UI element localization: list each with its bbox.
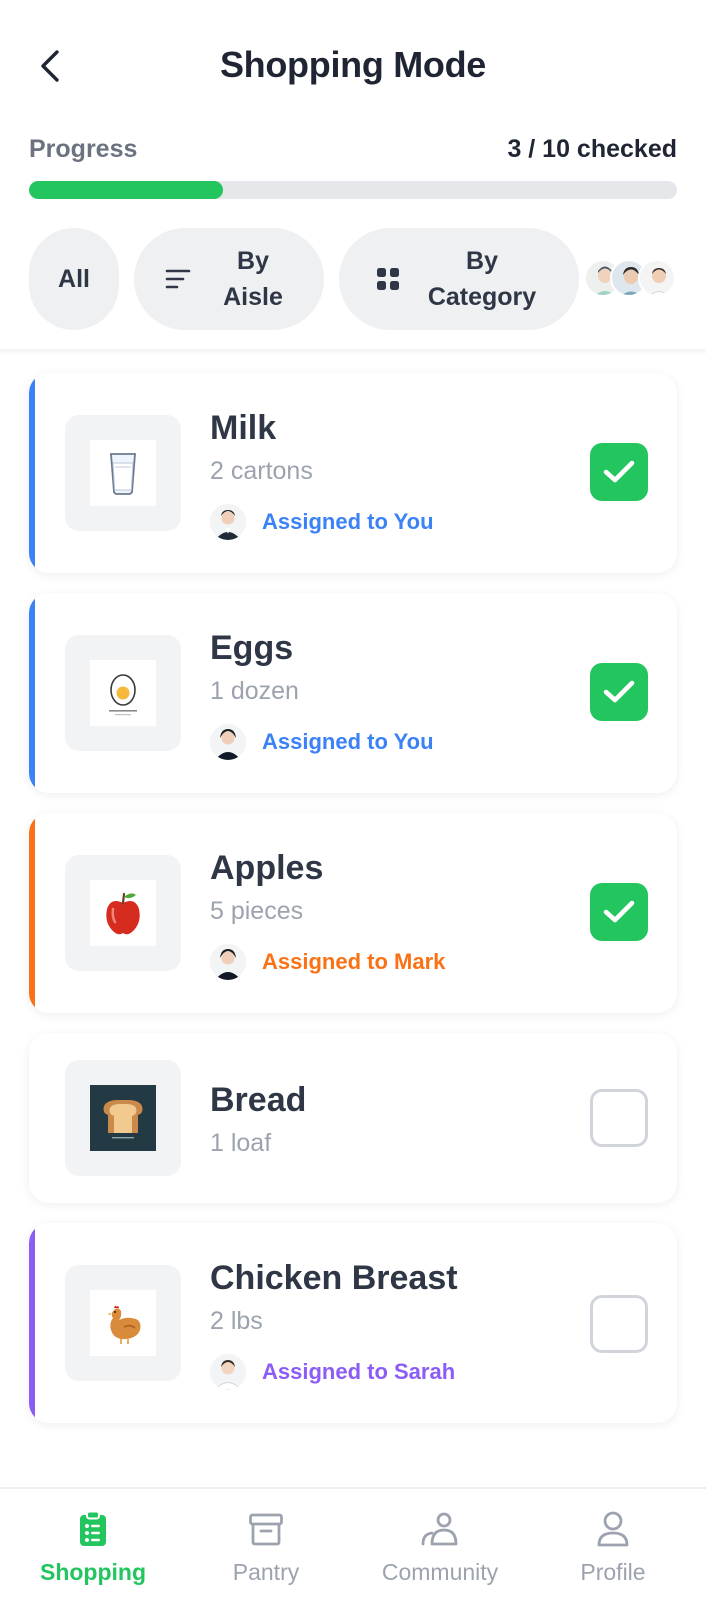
progress-count: 3 / 10 checked bbox=[507, 135, 677, 163]
checkmark-icon bbox=[603, 900, 635, 923]
item-thumbnail bbox=[65, 1060, 181, 1176]
filter-by-aisle-label: By Aisle bbox=[223, 247, 283, 311]
assignee-avatar bbox=[210, 724, 246, 760]
list-item-bread[interactable]: Bread 1 loaf bbox=[29, 1033, 677, 1203]
assignee-label: Assigned to Sarah bbox=[262, 1359, 456, 1384]
nav-shopping-label: Shopping bbox=[39, 1559, 147, 1585]
nav-community[interactable]: Community bbox=[352, 1489, 528, 1600]
item-quantity: 1 dozen bbox=[210, 677, 299, 705]
filter-by-category-chip[interactable]: By Category bbox=[339, 228, 579, 330]
community-icon bbox=[420, 1509, 460, 1549]
list-item-milk[interactable]: Milk 2 cartons Assigned to You bbox=[29, 373, 677, 573]
participant-avatar bbox=[638, 259, 676, 297]
list-item-apples[interactable]: Apples 5 pieces Assigned to Mark bbox=[29, 813, 677, 1013]
assignee-label: Assigned to You bbox=[262, 509, 434, 534]
archive-box-icon bbox=[248, 1509, 284, 1549]
assignee-avatar bbox=[210, 944, 246, 980]
assignee-accent-bar bbox=[29, 373, 35, 573]
item-quantity: 1 loaf bbox=[210, 1129, 272, 1157]
assignee-avatar bbox=[210, 504, 246, 540]
item-thumbnail bbox=[65, 415, 181, 531]
item-name: Eggs bbox=[210, 629, 294, 667]
item-checkbox[interactable] bbox=[590, 883, 648, 941]
assignee: Assigned to Mark bbox=[210, 943, 445, 981]
assignee-accent-bar bbox=[29, 593, 35, 793]
item-checkbox[interactable] bbox=[590, 1295, 648, 1353]
sort-lines-icon bbox=[165, 268, 191, 290]
nav-pantry[interactable]: Pantry bbox=[178, 1489, 354, 1600]
chicken-icon bbox=[90, 1290, 156, 1356]
item-name: Chicken Breast bbox=[210, 1259, 458, 1297]
nav-profile[interactable]: Profile bbox=[525, 1489, 701, 1600]
checkmark-icon bbox=[603, 680, 635, 703]
item-name: Milk bbox=[210, 409, 277, 447]
milk-glass-icon bbox=[90, 440, 156, 506]
assignee-accent-bar bbox=[29, 1223, 35, 1423]
progress-bar bbox=[29, 181, 677, 199]
assignee-label: Assigned to You bbox=[262, 729, 434, 754]
list-item-chicken-breast[interactable]: Chicken Breast 2 lbs Assigned to Sarah bbox=[29, 1223, 677, 1423]
egg-icon bbox=[90, 660, 156, 726]
filter-all-chip[interactable]: All bbox=[29, 228, 119, 330]
assignee-accent-bar bbox=[29, 813, 35, 1013]
checkmark-icon bbox=[603, 460, 635, 483]
item-quantity: 2 cartons bbox=[210, 457, 313, 485]
clipboard-list-icon bbox=[78, 1509, 108, 1549]
nav-profile-label: Profile bbox=[580, 1559, 646, 1585]
filter-by-category-label: By Category bbox=[427, 247, 537, 311]
item-thumbnail bbox=[65, 855, 181, 971]
bread-icon bbox=[90, 1085, 156, 1151]
filter-by-aisle-chip[interactable]: By Aisle bbox=[134, 228, 324, 330]
assignee-avatar bbox=[210, 1354, 246, 1390]
user-icon bbox=[596, 1509, 630, 1549]
item-thumbnail bbox=[65, 1265, 181, 1381]
assignee: Assigned to You bbox=[210, 723, 434, 761]
progress-bar-fill bbox=[29, 181, 224, 199]
page-title: Shopping Mode bbox=[219, 44, 487, 85]
nav-shopping[interactable]: Shopping bbox=[5, 1489, 181, 1600]
assignee-label: Assigned to Mark bbox=[262, 949, 446, 974]
item-name: Bread bbox=[210, 1081, 307, 1119]
bottom-navigation: Shopping Pantry Community Profile bbox=[0, 1487, 706, 1600]
assignee: Assigned to You bbox=[210, 503, 434, 541]
nav-community-label: Community bbox=[381, 1559, 499, 1585]
item-thumbnail bbox=[65, 635, 181, 751]
participants-avatars[interactable] bbox=[584, 259, 694, 297]
list-top-divider bbox=[0, 349, 706, 355]
nav-pantry-label: Pantry bbox=[232, 1559, 300, 1585]
item-checkbox[interactable] bbox=[590, 1089, 648, 1147]
filter-bar: All By Aisle By Category bbox=[29, 228, 689, 330]
apple-icon bbox=[90, 880, 156, 946]
item-checkbox[interactable] bbox=[590, 663, 648, 721]
item-name: Apples bbox=[210, 849, 324, 887]
list-item-eggs[interactable]: Eggs 1 dozen Assigned to You bbox=[29, 593, 677, 793]
item-quantity: 2 lbs bbox=[210, 1307, 263, 1335]
grid-icon bbox=[376, 267, 400, 291]
assignee: Assigned to Sarah bbox=[210, 1353, 455, 1391]
filter-all-label: All bbox=[58, 265, 90, 293]
header: Shopping Mode bbox=[0, 0, 706, 130]
item-checkbox[interactable] bbox=[590, 443, 648, 501]
item-quantity: 5 pieces bbox=[210, 897, 304, 925]
progress-label: Progress bbox=[29, 135, 138, 163]
